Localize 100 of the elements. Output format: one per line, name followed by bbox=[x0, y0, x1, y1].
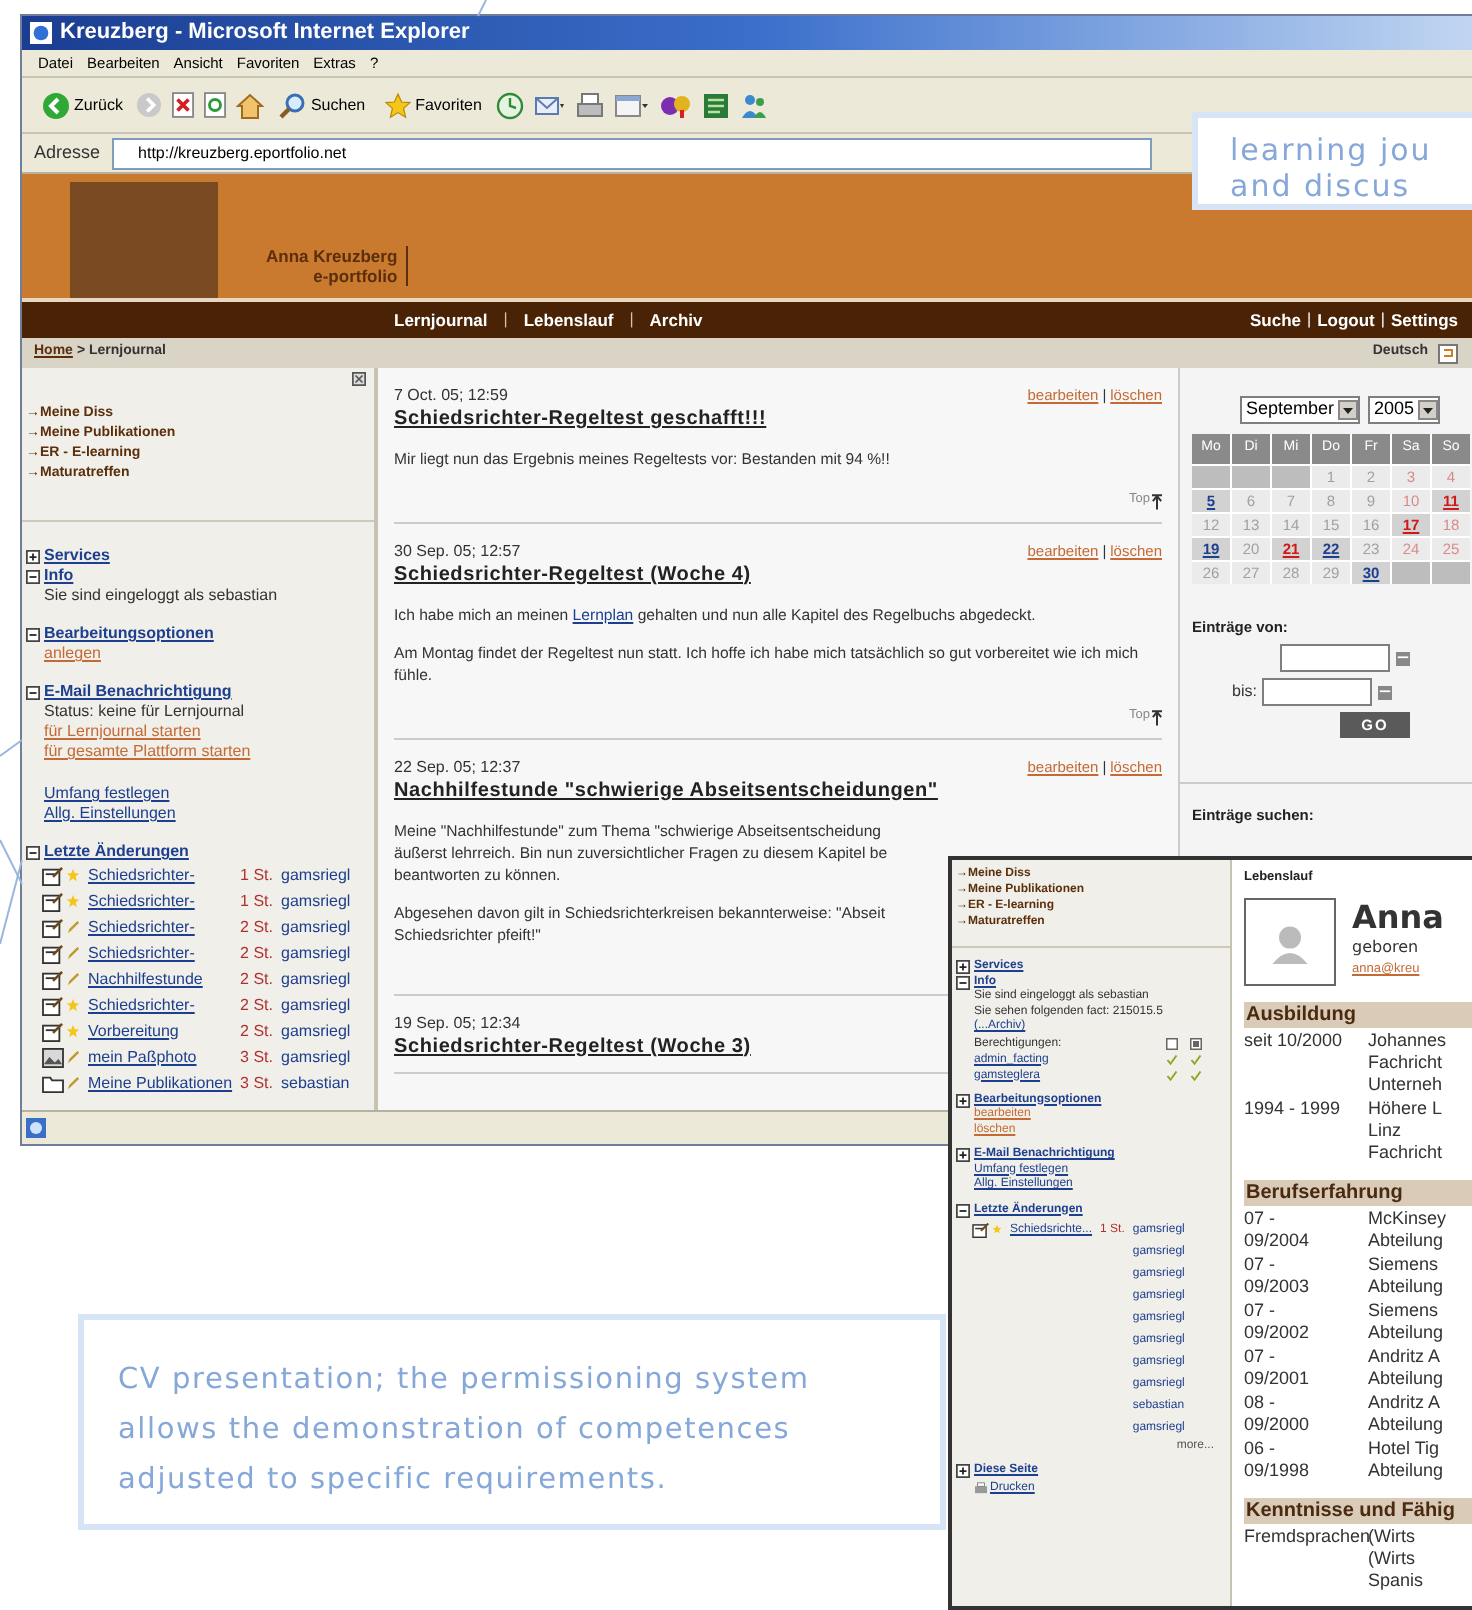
cv-period: 1994 - 1999 bbox=[1244, 1097, 1343, 1120]
change-user: gamsriegl bbox=[281, 889, 351, 913]
sidebar-link[interactable]: Umfang festlegen bbox=[44, 784, 170, 804]
cv-period: 08 - 09/2000 bbox=[1244, 1391, 1312, 1436]
cv-entry-text: Abteilung bbox=[1368, 1367, 1444, 1390]
back-button[interactable]: Zurück bbox=[38, 91, 127, 119]
person-name: Anna bbox=[1352, 897, 1444, 936]
cv-entry-text: Andritz A bbox=[1368, 1345, 1441, 1368]
cv-period: 07 - 09/2001 bbox=[1244, 1345, 1312, 1390]
cv-entry-text: (Wirts bbox=[1368, 1525, 1415, 1548]
cv-section-header: Berufserfahrung bbox=[1246, 1181, 1403, 1204]
section-link[interactable]: Services bbox=[44, 546, 110, 566]
cv-entry-text: Abteilung bbox=[1368, 1413, 1444, 1436]
entry-title[interactable]: Nachhilfestunde "schwierige Abseitsentscheidungen" bbox=[394, 779, 938, 803]
month-dropdown[interactable]: September bbox=[1240, 396, 1361, 424]
separator-text: | bbox=[1380, 308, 1385, 332]
callout-text: learning jou and discus bbox=[1192, 112, 1472, 210]
entry-date: 22 Sep. 05; 12:37 bbox=[394, 755, 521, 779]
change-age: 2 St. bbox=[240, 1019, 273, 1043]
nav-link[interactable]: Logout bbox=[1317, 307, 1375, 333]
search-button[interactable]: Suchen bbox=[274, 91, 370, 119]
info-text: Status: keine für Lernjournal bbox=[44, 702, 245, 722]
site-owner-name: Anna Kreuzberg bbox=[266, 246, 398, 266]
cv-entry-text: Spanis bbox=[1368, 1569, 1424, 1592]
change-age: 2 St. bbox=[240, 941, 273, 965]
change-age: 1 St. bbox=[240, 889, 273, 913]
change-link[interactable]: Schiedsrichter- bbox=[88, 943, 195, 961]
entry-date: 30 Sep. 05; 12:57 bbox=[394, 539, 521, 564]
address-field[interactable]: http://kreuzberg.eportfolio.net bbox=[112, 137, 1153, 169]
birth-info: geboren bbox=[1352, 935, 1419, 960]
entry-date: 19 Sep. 05; 12:34 bbox=[394, 1011, 521, 1035]
change-age: 2 St. bbox=[240, 967, 273, 991]
cv-entry-text: Abteilung bbox=[1368, 1321, 1444, 1344]
change-link[interactable]: Nachhilfestunde bbox=[88, 969, 203, 987]
change-user: gamsriegl bbox=[281, 993, 351, 1017]
info-text: Sie sind eingeloggt als sebastian bbox=[44, 586, 278, 606]
entry-title[interactable]: Schiedsrichter-Regeltest (Woche 4) bbox=[394, 563, 751, 588]
change-link[interactable]: Vorbereitung bbox=[88, 1021, 179, 1039]
sidebar-link[interactable]: Allg. Einstellungen bbox=[44, 804, 176, 824]
change-link[interactable]: mein Paßphoto bbox=[88, 1047, 197, 1065]
section-link[interactable]: E-Mail Benachrichtigung bbox=[44, 682, 232, 702]
cv-entry-text: Siemens bbox=[1368, 1299, 1439, 1322]
change-link[interactable]: Schiedsrichter- bbox=[88, 995, 195, 1013]
cv-entry-text: Fachricht bbox=[1368, 1141, 1443, 1164]
address-label: Adresse bbox=[34, 139, 101, 166]
cv-entry-text: Abteilung bbox=[1368, 1229, 1444, 1252]
cv-entry-text: Linz bbox=[1368, 1119, 1402, 1142]
nav-link[interactable]: Settings bbox=[1390, 307, 1458, 333]
separator-text: | bbox=[1307, 308, 1312, 332]
separator-text: | bbox=[629, 308, 634, 332]
cv-period: 07 - 09/2002 bbox=[1244, 1299, 1312, 1344]
cv-period: 07 - 09/2004 bbox=[1244, 1207, 1312, 1252]
change-age: 3 St. bbox=[240, 1071, 273, 1095]
cv-period: 07 - 09/2003 bbox=[1244, 1253, 1312, 1298]
year-dropdown[interactable]: 2005 bbox=[1368, 396, 1441, 424]
cv-entry-text: Johannes bbox=[1368, 1029, 1447, 1052]
nav-link[interactable]: Suche bbox=[1250, 307, 1302, 333]
entry-date: 7 Oct. 05; 12:59 bbox=[394, 384, 508, 408]
cv-entry-text: Höhere L bbox=[1368, 1097, 1443, 1120]
entry-title[interactable]: Schiedsrichter-Regeltest (Woche 3) bbox=[394, 1035, 751, 1059]
cv-entry-text: Abteilung bbox=[1368, 1275, 1444, 1298]
section-link[interactable]: Info bbox=[44, 566, 74, 586]
cv-section-header: Kenntnisse und Fähig bbox=[1246, 1499, 1455, 1522]
site-subtitle: e-portfolio bbox=[313, 266, 398, 286]
change-link[interactable]: Schiedsrichter- bbox=[88, 917, 195, 935]
cv-period: seit 10/2000 bbox=[1244, 1029, 1345, 1052]
change-user: gamsriegl bbox=[281, 941, 351, 965]
change-user: gamsriegl bbox=[281, 967, 351, 991]
change-age: 2 St. bbox=[240, 993, 273, 1017]
cv-entry-text: Unterneh bbox=[1368, 1073, 1443, 1096]
cv-entry-text: Fachricht bbox=[1368, 1051, 1443, 1074]
cv-section-header: Ausbildung bbox=[1246, 1003, 1356, 1026]
nav-link[interactable]: Lebenslauf bbox=[523, 307, 614, 333]
separator-text: | bbox=[503, 308, 508, 332]
entry-title[interactable]: Schiedsrichter-Regeltest geschafft!!! bbox=[394, 408, 767, 432]
favorites-button[interactable]: Favoriten bbox=[379, 91, 486, 119]
cv-entry-text: (Wirts bbox=[1368, 1547, 1415, 1570]
change-age: 2 St. bbox=[240, 915, 273, 939]
cv-entry-text: Siemens bbox=[1368, 1253, 1439, 1276]
cv-period: Fremdsprachen bbox=[1244, 1525, 1368, 1548]
change-user: gamsriegl bbox=[281, 1045, 351, 1069]
change-age: 1 St. bbox=[240, 863, 273, 887]
change-user: gamsriegl bbox=[281, 915, 351, 939]
change-link[interactable]: Meine Publikationen bbox=[88, 1073, 233, 1091]
nav-link[interactable]: Archiv bbox=[649, 307, 703, 333]
section-link[interactable]: Letzte Änderungen bbox=[44, 842, 189, 862]
window-title: Kreuzberg - Microsoft Internet Explorer bbox=[60, 22, 470, 44]
cv-entry-text: McKinsey bbox=[1368, 1207, 1447, 1230]
to-label: bis: bbox=[1232, 680, 1257, 705]
change-user: gamsriegl bbox=[281, 863, 351, 887]
callout-text: CV presentation; the permissioning system allows the demonstration of competences adjusted to specific requirements. bbox=[78, 1314, 946, 1530]
section-link[interactable]: Bearbeitungsoptionen bbox=[44, 624, 214, 644]
change-user: gamsriegl bbox=[281, 1019, 351, 1043]
cv-entry-text: Hotel Tig bbox=[1368, 1437, 1440, 1460]
change-link[interactable]: Schiedsrichter- bbox=[88, 891, 195, 909]
change-link[interactable]: Schiedsrichter- bbox=[88, 865, 195, 883]
cv-period: 06 - 09/1998 bbox=[1244, 1437, 1312, 1482]
cv-entry-text: Abteilung bbox=[1368, 1459, 1444, 1482]
nav-link[interactable]: Lernjournal bbox=[394, 307, 488, 333]
change-age: 3 St. bbox=[240, 1045, 273, 1069]
